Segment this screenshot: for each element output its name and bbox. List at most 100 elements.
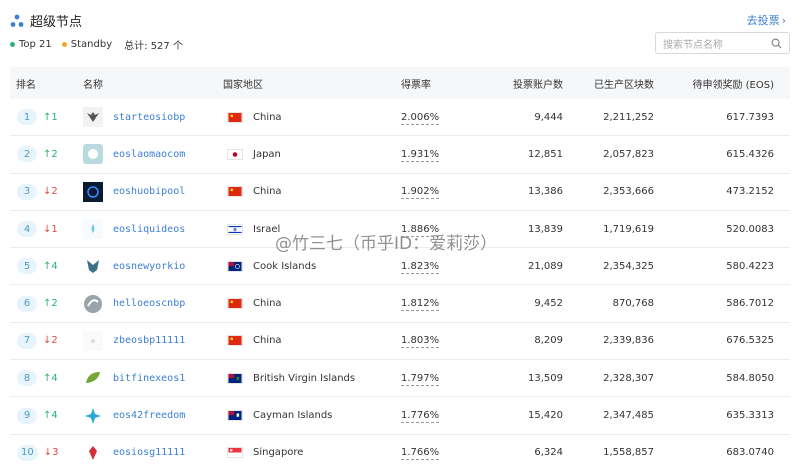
producer-name-link[interactable]: eoslaomaocom bbox=[113, 149, 185, 160]
producer-name-link[interactable]: zbeosbp11111 bbox=[113, 335, 185, 346]
table-row[interactable]: 9 ↑ 4 eos42freedom Cayman Islands 1.776% 15,42… bbox=[10, 397, 790, 435]
voters-cell: 9,444 bbox=[534, 111, 563, 123]
rank-change: ↑ 4 bbox=[43, 373, 58, 384]
table-row[interactable]: 8 ↑ 4 bitfinexeos1 British Virgin Islands 1.7… bbox=[10, 360, 790, 398]
search-icon[interactable] bbox=[771, 38, 782, 49]
vote-rate-value[interactable]: 2.006% bbox=[401, 111, 440, 125]
table-row[interactable]: 4 ↓ 1 eosliquideos Israel 1.886% 13,839 1,719,6… bbox=[10, 211, 790, 249]
go-vote-link[interactable]: 去投票 › bbox=[747, 12, 786, 28]
search-box[interactable] bbox=[655, 32, 790, 56]
voters-cell: 15,420 bbox=[528, 410, 563, 422]
table-row[interactable]: 1 ↑ 1 starteosiobp China 2.006% 9,444 2,211,252… bbox=[10, 99, 790, 137]
vote-rate-cell: 1.766% bbox=[401, 447, 472, 461]
rank-badge: 1 bbox=[17, 109, 37, 126]
reward-cell: 520.0083 bbox=[726, 223, 774, 235]
country-cell: China bbox=[223, 186, 401, 198]
rank-cell: 10 ↓ 3 bbox=[10, 444, 73, 461]
rank-cell: 6 ↑ 2 bbox=[10, 295, 73, 312]
filter-standby[interactable]: Standby bbox=[61, 39, 112, 50]
chevron-right-icon: › bbox=[781, 14, 786, 27]
col-vote-rate[interactable]: 得票率 bbox=[401, 76, 472, 91]
blocks-cell: 1,558,857 bbox=[603, 447, 654, 459]
table-row[interactable]: 10 ↓ 3 eosiosg11111 Singapore 1.766% 6,324 1,55… bbox=[10, 435, 790, 471]
vote-rate-cell: 1.797% bbox=[401, 372, 472, 386]
eosnewyork-logo-icon bbox=[83, 256, 103, 277]
vote-rate-cell: 1.902% bbox=[401, 186, 472, 200]
country-name: China bbox=[253, 186, 282, 198]
table-row[interactable]: 7 ↓ 2 zbeosbp11111 China 1.803% 8,209 2,339,836… bbox=[10, 323, 790, 361]
vote-rate-value[interactable]: 1.931% bbox=[401, 148, 440, 162]
vote-rate-cell: 1.776% bbox=[401, 410, 472, 424]
total-count: 总计: 527 个 bbox=[124, 41, 183, 52]
vote-rate-value[interactable]: 1.886% bbox=[401, 223, 440, 237]
vote-rate-value[interactable]: 1.766% bbox=[401, 447, 440, 461]
blocks-cell: 2,353,666 bbox=[603, 186, 654, 198]
table-row[interactable]: 6 ↑ 2 helloeoscnbp China 1.812% 9,452 870,768 58… bbox=[10, 285, 790, 323]
filter-bar: Top 21 Standby 总计: 527 个 bbox=[10, 37, 183, 52]
rank-badge: 9 bbox=[17, 407, 37, 424]
vote-rate-cell: 1.823% bbox=[401, 260, 472, 274]
rank-change-value: 2 bbox=[51, 335, 58, 347]
name-cell: eoshuobipool bbox=[73, 181, 223, 202]
name-cell: helloeoscnbp bbox=[73, 294, 223, 314]
country-cell: Cayman Islands bbox=[223, 410, 401, 422]
japan-flag-icon bbox=[227, 148, 243, 160]
reward-cell: 615.4326 bbox=[726, 148, 774, 160]
producer-name-link[interactable]: eosnewyorkio bbox=[113, 261, 185, 272]
search-input[interactable] bbox=[663, 35, 768, 56]
vote-rate-value[interactable]: 1.797% bbox=[401, 372, 440, 386]
reward-cell: 580.4223 bbox=[726, 260, 774, 272]
vote-rate-value[interactable]: 1.823% bbox=[401, 260, 440, 274]
rank-change: ↑ 4 bbox=[43, 261, 58, 272]
arrow-up-icon: ↑ bbox=[43, 298, 52, 310]
rank-change-value: 2 bbox=[51, 148, 58, 160]
reward-cell: 683.0740 bbox=[726, 447, 774, 459]
producer-name-link[interactable]: helloeoscnbp bbox=[113, 298, 185, 309]
huobipool-logo-icon bbox=[83, 181, 103, 202]
china-flag-icon bbox=[227, 298, 243, 310]
zbeos-logo-icon bbox=[83, 330, 103, 351]
country-cell: China bbox=[223, 335, 401, 347]
name-cell: eosiosg11111 bbox=[73, 442, 223, 463]
producer-name-link[interactable]: starteosiobp bbox=[113, 112, 185, 123]
country-cell: China bbox=[223, 298, 401, 310]
country-name: Cook Islands bbox=[253, 260, 317, 272]
producer-name-link[interactable]: eoshuobipool bbox=[113, 186, 185, 197]
reward-cell: 586.7012 bbox=[726, 298, 774, 310]
col-rank[interactable]: 排名 bbox=[10, 76, 73, 91]
vote-rate-value[interactable]: 1.902% bbox=[401, 186, 440, 200]
rank-change: ↑ 2 bbox=[43, 149, 58, 160]
vote-rate-cell: 2.006% bbox=[401, 111, 472, 125]
page-title: 超级节点 bbox=[30, 15, 83, 30]
rank-change: ↓ 2 bbox=[43, 335, 58, 346]
voters-cell: 21,089 bbox=[528, 260, 563, 272]
country-name: China bbox=[253, 111, 282, 123]
producer-name-link[interactable]: eosliquideos bbox=[113, 224, 185, 235]
standby-dot-icon bbox=[61, 42, 67, 47]
col-voters[interactable]: 投票账户数 bbox=[472, 76, 563, 91]
eosiosg-logo-icon bbox=[83, 442, 103, 463]
col-country: 国家地区 bbox=[223, 79, 263, 91]
rank-change-value: 3 bbox=[52, 447, 59, 459]
helloeos-logo-icon bbox=[83, 294, 103, 314]
col-blocks[interactable]: 已生产区块数 bbox=[563, 76, 654, 91]
producer-name-link[interactable]: eosiosg11111 bbox=[113, 447, 185, 458]
producer-name-link[interactable]: bitfinexeos1 bbox=[113, 373, 185, 384]
col-name: 名称 bbox=[83, 79, 103, 91]
bitfinex-logo-icon bbox=[83, 368, 103, 389]
col-reward[interactable]: 待申领奖励 (EOS) bbox=[654, 76, 780, 91]
table-row[interactable]: 3 ↓ 2 eoshuobipool China 1.902% 13,386 2,353,66… bbox=[10, 174, 790, 211]
table-row[interactable]: 2 ↑ 2 eoslaomaocom Japan 1.931% 12,851 2,057,82… bbox=[10, 136, 790, 174]
producer-name-link[interactable]: eos42freedom bbox=[113, 410, 185, 421]
arrow-up-icon: ↑ bbox=[43, 111, 52, 123]
vote-rate-value[interactable]: 1.776% bbox=[401, 410, 440, 424]
filter-top21[interactable]: Top 21 bbox=[10, 39, 52, 50]
rank-change: ↑ 4 bbox=[43, 410, 58, 421]
blocks-cell: 870,768 bbox=[612, 298, 654, 310]
vote-rate-value[interactable]: 1.803% bbox=[401, 335, 440, 349]
table-row[interactable]: 5 ↑ 4 eosnewyorkio Cook Islands 1.823% 21,089 2… bbox=[10, 248, 790, 286]
country-cell: Singapore bbox=[223, 447, 401, 459]
vote-rate-value[interactable]: 1.812% bbox=[401, 298, 440, 312]
blocks-cell: 1,719,619 bbox=[603, 223, 654, 235]
country-cell: Japan bbox=[223, 148, 401, 160]
